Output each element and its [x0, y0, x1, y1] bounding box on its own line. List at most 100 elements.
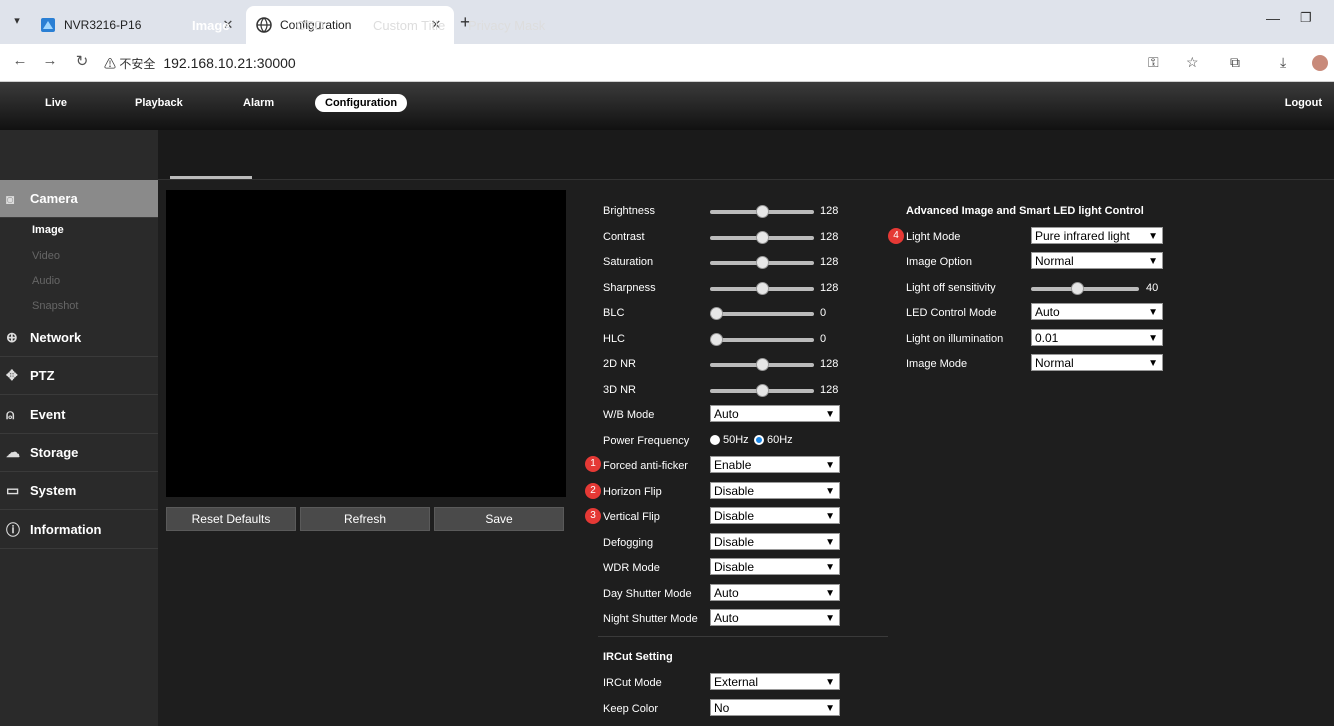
sidebar-sub-audio[interactable]: Audio — [32, 275, 60, 287]
sidebar-item-camera[interactable]: ◙ Camera — [0, 180, 158, 218]
vertical-flip-select[interactable]: Disable ▼ — [710, 507, 840, 524]
slider-knob[interactable] — [756, 384, 769, 397]
2d-nr-slider[interactable] — [710, 358, 814, 371]
bookmark-star-icon[interactable]: ☆ — [1186, 54, 1199, 71]
tab-osd[interactable]: OSD — [296, 18, 324, 33]
chevron-down-icon: ▼ — [825, 562, 835, 573]
sidebar-item-storage[interactable]: ☁ Storage — [0, 434, 158, 472]
slider-knob[interactable] — [710, 333, 723, 346]
chevron-down-icon: ▼ — [1148, 231, 1158, 242]
slider-knob[interactable] — [1071, 282, 1084, 295]
tab-privacy-mask[interactable]: Privacy Mask — [468, 18, 545, 33]
back-icon[interactable]: ← — [10, 52, 30, 69]
slider-knob[interactable] — [756, 256, 769, 269]
sidebar-sub-video[interactable]: Video — [32, 250, 60, 262]
select-value: External — [714, 675, 759, 689]
tab-search-dropdown-icon[interactable]: ▾ — [8, 12, 26, 30]
day-shutter-select[interactable]: Auto ▼ — [710, 584, 840, 601]
sharpness-label: Sharpness — [603, 282, 656, 294]
contrast-value: 128 — [820, 231, 839, 243]
password-key-icon[interactable]: ⚿ — [1148, 54, 1159, 71]
led-control-mode-select[interactable]: Auto ▼ — [1031, 303, 1163, 320]
radio-dot[interactable] — [710, 435, 720, 445]
3d-nr-slider[interactable] — [710, 384, 814, 397]
reload-icon[interactable]: ↻ — [72, 52, 92, 70]
saturation-slider[interactable] — [710, 256, 814, 269]
slider-knob[interactable] — [710, 307, 723, 320]
forward-icon[interactable]: → — [40, 52, 60, 69]
tab-image[interactable]: Image — [192, 18, 230, 33]
radio-dot-selected[interactable] — [754, 435, 764, 445]
sidebar-sub-image[interactable]: Image — [32, 224, 64, 236]
profile-avatar-icon[interactable] — [1312, 55, 1328, 71]
wb-mode-select[interactable]: Auto ▼ — [710, 405, 840, 422]
sidebar-item-information[interactable]: ⓘ Information — [0, 511, 158, 549]
sharpness-slider[interactable] — [710, 282, 814, 295]
sidebar-sub-snapshot[interactable]: Snapshot — [32, 300, 78, 312]
light-mode-select[interactable]: Pure infrared light ▼ — [1031, 227, 1163, 244]
horizon-flip-select[interactable]: Disable ▼ — [710, 482, 840, 499]
slider-knob[interactable] — [756, 231, 769, 244]
brightness-value: 128 — [820, 205, 839, 217]
light-on-illumination-select[interactable]: 0.01 ▼ — [1031, 329, 1163, 346]
tab-custom-title[interactable]: Custom Title — [373, 18, 445, 33]
sidebar-item-system[interactable]: ▭ System — [0, 472, 158, 510]
security-warning[interactable]: ⚠ 不安全 — [104, 55, 155, 72]
hlc-slider[interactable] — [710, 333, 814, 346]
callout-badge-4: 4 — [888, 228, 904, 244]
nav-live[interactable]: Live — [45, 97, 67, 109]
light-off-sensitivity-slider[interactable] — [1031, 282, 1139, 295]
chevron-down-icon: ▼ — [825, 511, 835, 522]
download-icon[interactable]: ⤓ — [1280, 54, 1286, 71]
contrast-slider[interactable] — [710, 231, 814, 244]
url-omnibox[interactable]: ⚠ 不安全 192.168.10.21:30000 — [104, 49, 1224, 77]
chevron-down-icon: ▼ — [1148, 307, 1158, 318]
save-button[interactable]: Save — [434, 507, 564, 531]
anti-flicker-select[interactable]: Enable ▼ — [710, 456, 840, 473]
night-shutter-label: Night Shutter Mode — [603, 613, 698, 625]
contrast-label: Contrast — [603, 231, 645, 243]
image-option-select[interactable]: Normal ▼ — [1031, 252, 1163, 269]
restore-icon[interactable]: ❐ — [1300, 10, 1312, 26]
radio-60hz[interactable]: 60Hz — [754, 434, 793, 446]
sidebar-header — [0, 130, 158, 180]
minimize-icon[interactable]: — — [1266, 10, 1280, 26]
sidebar-item-label: Camera — [30, 191, 78, 206]
slider-knob[interactable] — [756, 282, 769, 295]
slider-knob[interactable] — [756, 205, 769, 218]
sidebar-item-label: Network — [30, 330, 82, 345]
sidebar-item-label: Storage — [30, 445, 79, 460]
image-mode-select[interactable]: Normal ▼ — [1031, 354, 1163, 371]
logout-link[interactable]: Logout — [1285, 97, 1322, 109]
wdr-mode-select[interactable]: Disable ▼ — [710, 558, 840, 575]
keep-color-select[interactable]: No ▼ — [710, 699, 840, 716]
night-shutter-select[interactable]: Auto ▼ — [710, 609, 840, 626]
url-text: 192.168.10.21:30000 — [163, 55, 296, 71]
blc-value: 0 — [820, 307, 827, 319]
nav-configuration[interactable]: Configuration — [315, 94, 408, 112]
app-top-nav: Live Playback Alarm Configuration Logout — [0, 82, 1334, 130]
blc-slider[interactable] — [710, 307, 814, 320]
ircut-mode-label: IRCut Mode — [603, 677, 662, 689]
ircut-mode-select[interactable]: External ▼ — [710, 673, 840, 690]
radio-50hz[interactable]: 50Hz — [710, 434, 749, 446]
defogging-select[interactable]: Disable ▼ — [710, 533, 840, 550]
select-value: 0.01 — [1035, 331, 1059, 345]
saturation-value: 128 — [820, 256, 839, 268]
refresh-button[interactable]: Refresh — [300, 507, 430, 531]
select-value: Pure infrared light — [1035, 229, 1130, 243]
sidebar-item-event[interactable]: ⍝ Event — [0, 396, 158, 434]
extensions-icon[interactable]: ⧉ — [1230, 54, 1240, 71]
wb-mode-label: W/B Mode — [603, 409, 655, 421]
select-value: Auto — [714, 586, 739, 600]
reset-defaults-button[interactable]: Reset Defaults — [166, 507, 296, 531]
nav-alarm[interactable]: Alarm — [243, 97, 274, 109]
select-value: Normal — [1035, 254, 1074, 268]
led-control-mode-label: LED Control Mode — [906, 307, 997, 319]
brightness-slider[interactable] — [710, 205, 814, 218]
slider-knob[interactable] — [756, 358, 769, 371]
select-value: Auto — [714, 407, 739, 421]
sidebar-item-ptz[interactable]: ✥ PTZ — [0, 357, 158, 395]
sidebar-item-network[interactable]: ⊕ Network — [0, 319, 158, 357]
nav-playback[interactable]: Playback — [135, 97, 183, 109]
